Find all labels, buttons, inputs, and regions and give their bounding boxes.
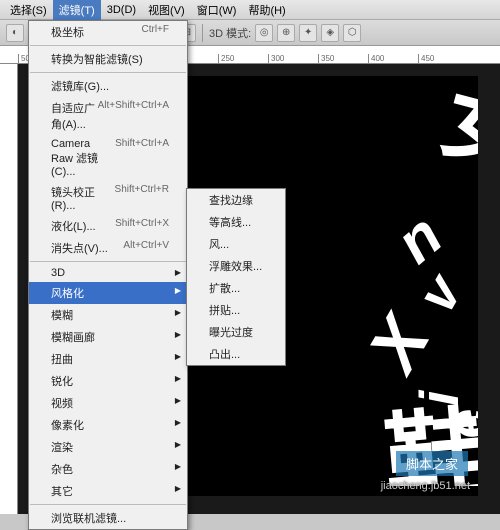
3d-btn-3[interactable]: ✦	[299, 24, 317, 42]
menu-separator	[30, 261, 186, 262]
menu-item[interactable]: 极坐标Ctrl+F	[29, 21, 187, 43]
3d-btn-1[interactable]: ◎	[255, 24, 273, 42]
svg-text:v: v	[405, 262, 476, 322]
stylize-submenu: 查找边缘等高线...风...浮雕效果...扩散...拼贴...曝光过度凸出...	[186, 188, 286, 366]
menu-item[interactable]: 像素化	[29, 414, 187, 436]
3d-btn-5[interactable]: ⬡	[343, 24, 361, 42]
submenu-item[interactable]: 等高线...	[187, 211, 285, 233]
menu-window[interactable]: 窗口(W)	[191, 0, 243, 20]
menu-item[interactable]: 风格化	[29, 282, 187, 304]
submenu-item[interactable]: 拼贴...	[187, 299, 285, 321]
watermark-brand: 脚本之家	[396, 451, 468, 476]
submenu-item[interactable]: 浮雕效果...	[187, 255, 285, 277]
menu-separator	[30, 45, 186, 46]
menu-filter[interactable]: 滤镜(T)	[53, 0, 101, 20]
menu-item[interactable]: 视频	[29, 392, 187, 414]
menu-view[interactable]: 视图(V)	[142, 0, 191, 20]
menu-item[interactable]: 自适应广角(A)...Alt+Shift+Ctrl+A	[29, 97, 187, 135]
watermark-url: jiaocheng.jb51.net	[381, 480, 470, 492]
submenu-item[interactable]: 查找边缘	[187, 189, 285, 211]
menu-item[interactable]: 消失点(V)...Alt+Ctrl+V	[29, 237, 187, 259]
tool-icon[interactable]: ◐	[6, 24, 24, 42]
menubar: 选择(S) 滤镜(T) 3D(D) 视图(V) 窗口(W) 帮助(H)	[0, 0, 500, 20]
svg-text:X: X	[351, 300, 446, 387]
svg-text:女: 女	[433, 86, 478, 189]
menu-select[interactable]: 选择(S)	[4, 0, 53, 20]
menu-item[interactable]: 转换为智能滤镜(S)	[29, 48, 187, 70]
menu-item[interactable]: 镜头校正(R)...Shift+Ctrl+R	[29, 181, 187, 215]
menu-item[interactable]: 锐化	[29, 370, 187, 392]
menu-item[interactable]: 滤镜库(G)...	[29, 75, 187, 97]
menu-item[interactable]: 其它	[29, 480, 187, 502]
menu-help[interactable]: 帮助(H)	[242, 0, 291, 20]
menu-item[interactable]: 液化(L)...Shift+Ctrl+X	[29, 215, 187, 237]
3d-btn-2[interactable]: ⊕	[277, 24, 295, 42]
submenu-item[interactable]: 风...	[187, 233, 285, 255]
submenu-item[interactable]: 凸出...	[187, 343, 285, 365]
submenu-item[interactable]: 扩散...	[187, 277, 285, 299]
3d-btn-4[interactable]: ◈	[321, 24, 339, 42]
menu-item[interactable]: 扭曲	[29, 348, 187, 370]
menu-3d[interactable]: 3D(D)	[101, 2, 142, 18]
menu-separator	[30, 504, 186, 505]
menu-item[interactable]: 模糊	[29, 304, 187, 326]
menu-item[interactable]: 3D	[29, 264, 187, 282]
menu-item[interactable]: Camera Raw 滤镜(C)...Shift+Ctrl+A	[29, 135, 187, 181]
filter-menu-dropdown: 极坐标Ctrl+F 转换为智能滤镜(S) 滤镜库(G)...自适应广角(A)...A…	[28, 20, 188, 530]
menu-item[interactable]: 浏览联机滤镜...	[29, 507, 187, 529]
submenu-item[interactable]: 曝光过度	[187, 321, 285, 343]
menu-item[interactable]: 模糊画廊	[29, 326, 187, 348]
ruler-vertical	[0, 64, 18, 514]
menu-separator	[30, 72, 186, 73]
separator	[202, 24, 203, 42]
menu-item[interactable]: 杂色	[29, 458, 187, 480]
menu-item[interactable]: 渲染	[29, 436, 187, 458]
mode-label: 3D 模式:	[209, 25, 251, 41]
